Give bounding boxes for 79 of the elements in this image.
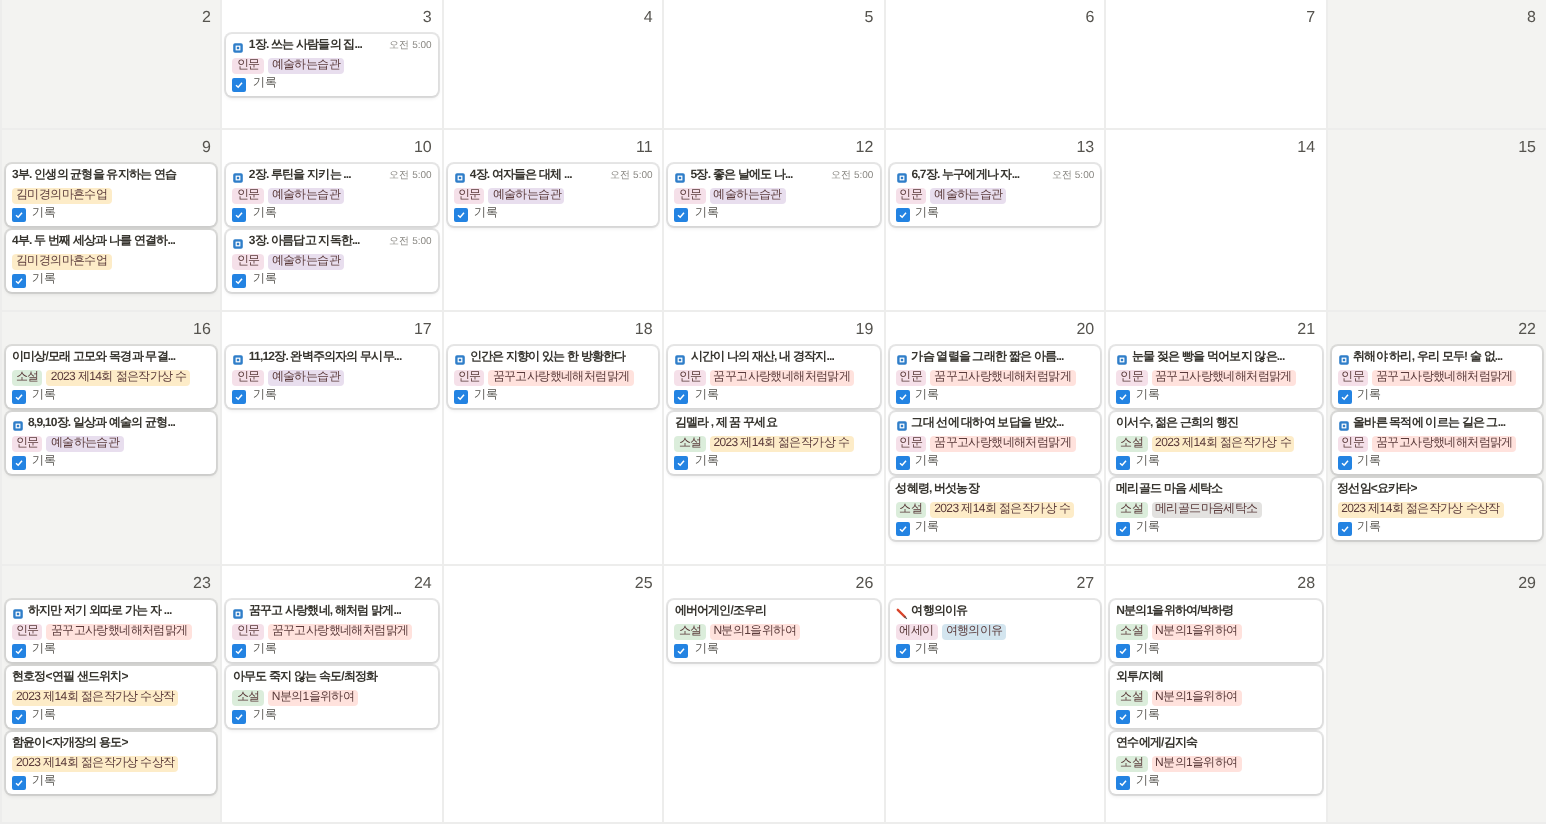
checkbox[interactable]	[1116, 776, 1131, 791]
checkbox[interactable]	[1116, 521, 1131, 535]
checkbox[interactable]	[1116, 710, 1131, 725]
document-icon	[1116, 353, 1129, 365]
checkbox[interactable]	[232, 208, 247, 223]
checkbox[interactable]	[674, 644, 689, 659]
document-icon	[453, 172, 466, 185]
checkbox[interactable]	[674, 455, 689, 469]
document-icon	[232, 172, 245, 185]
document-icon	[232, 608, 245, 621]
checkbox[interactable]	[232, 389, 247, 403]
date-number: 24	[411, 572, 434, 597]
document-icon	[232, 353, 245, 365]
document-icon	[12, 608, 24, 621]
date-number: 19	[853, 317, 876, 341]
date-number: 22	[1516, 317, 1538, 341]
date-number: 21	[1295, 317, 1318, 341]
pencil-icon	[895, 608, 908, 621]
checkbox[interactable]	[1116, 455, 1131, 469]
date-number: 8	[1525, 6, 1538, 30]
checkbox[interactable]	[232, 78, 247, 92]
date-number: 26	[853, 572, 876, 597]
checkbox[interactable]	[12, 389, 26, 403]
checkbox[interactable]	[12, 710, 26, 725]
checkbox[interactable]	[1116, 389, 1131, 403]
date-number: 23	[191, 572, 213, 597]
checkbox[interactable]	[12, 644, 26, 659]
date-number: 10	[411, 136, 434, 161]
checkbox[interactable]	[1337, 455, 1352, 469]
date-number: 4	[641, 6, 655, 30]
date-number: 12	[853, 136, 876, 161]
date-number: 3	[420, 6, 434, 30]
document-icon	[674, 172, 687, 185]
date-number: 29	[1516, 572, 1538, 597]
document-icon	[12, 419, 24, 431]
date-number: 9	[199, 136, 213, 161]
checkbox[interactable]	[453, 389, 468, 403]
date-number: 5	[862, 6, 876, 30]
document-icon	[895, 353, 908, 365]
document-icon	[1337, 353, 1350, 365]
date-number: 16	[191, 317, 213, 341]
document-icon	[674, 353, 687, 365]
document-icon	[453, 353, 466, 365]
date-number: 6	[1083, 6, 1097, 30]
checkbox[interactable]	[895, 389, 910, 403]
checkbox[interactable]	[895, 644, 910, 659]
document-icon	[1337, 419, 1350, 431]
document-icon	[232, 42, 245, 54]
checkbox[interactable]	[895, 455, 910, 469]
date-number: 11	[633, 136, 655, 161]
document-icon	[895, 419, 908, 431]
document-icon	[232, 238, 245, 251]
checkbox[interactable]	[232, 644, 247, 659]
date-number: 2	[199, 6, 213, 30]
checkbox[interactable]	[12, 274, 26, 289]
checkbox[interactable]	[674, 389, 689, 403]
checkbox[interactable]	[453, 208, 468, 223]
date-number: 7	[1304, 6, 1318, 30]
checkbox[interactable]	[895, 521, 910, 535]
checkbox[interactable]	[674, 208, 689, 223]
checkbox[interactable]	[895, 208, 910, 223]
date-number: 20	[1074, 317, 1097, 341]
checkbox[interactable]	[1116, 644, 1131, 659]
checkbox[interactable]	[1337, 389, 1352, 403]
date-number: 18	[632, 317, 655, 341]
date-number: 17	[411, 317, 434, 341]
date-number: 28	[1295, 572, 1318, 597]
document-icon	[895, 172, 908, 185]
date-number: 27	[1074, 572, 1097, 597]
date-number: 13	[1074, 136, 1097, 161]
date-number: 15	[1516, 136, 1538, 161]
date-number: 14	[1295, 136, 1318, 161]
checkbox[interactable]	[1337, 521, 1352, 535]
checkbox[interactable]	[232, 710, 247, 725]
checkbox[interactable]	[232, 274, 247, 289]
date-number: 25	[632, 572, 655, 597]
checkbox[interactable]	[12, 455, 26, 469]
checkbox[interactable]	[12, 776, 26, 791]
checkbox[interactable]	[12, 208, 26, 223]
